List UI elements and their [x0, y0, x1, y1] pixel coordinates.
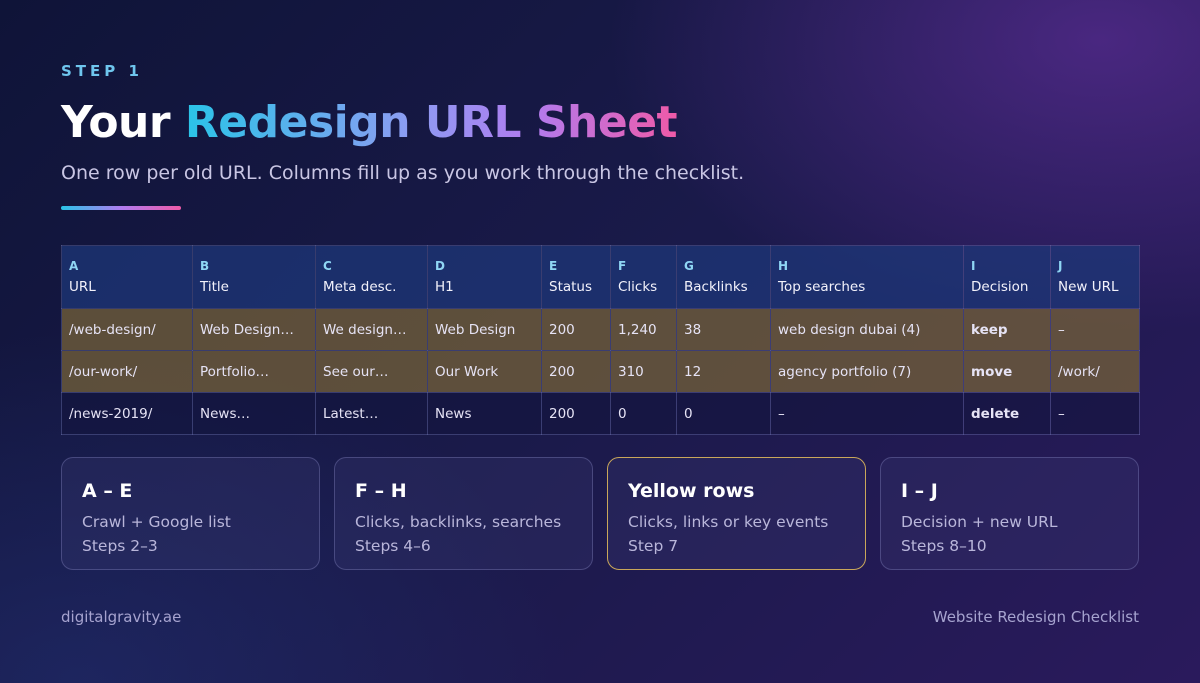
column-header: E Status [541, 245, 611, 309]
table-cell: /web-design/ [61, 308, 193, 351]
page-subtitle: One row per old URL. Columns fill up as … [61, 162, 745, 184]
table-cell: – [1050, 308, 1140, 351]
legend-card-i-j: I – J Decision + new URL Steps 8–10 [880, 457, 1139, 570]
table-row: /news-2019/ News… Latest… News 200 0 0 –… [61, 392, 1140, 435]
table-cell: 200 [541, 350, 611, 393]
footer-site: digitalgravity.ae [61, 608, 182, 626]
table-cell: News [427, 392, 542, 435]
column-header: A URL [61, 245, 193, 309]
table-cell: – [770, 392, 964, 435]
table-cell: /news-2019/ [61, 392, 193, 435]
table-cell: Latest… [315, 392, 428, 435]
table-cell: 38 [676, 308, 771, 351]
table-row: /our-work/ Portfolio… See our… Our Work … [61, 350, 1140, 393]
table-cell: agency portfolio (7) [770, 350, 964, 393]
table-cell: We design… [315, 308, 428, 351]
step-label: STEP 1 [61, 62, 143, 80]
card-title: Yellow rows [628, 480, 755, 502]
column-header: H Top searches [770, 245, 964, 309]
table-cell: /work/ [1050, 350, 1140, 393]
legend-card-f-h: F – H Clicks, backlinks, searches Steps … [334, 457, 593, 570]
table-cell: Portfolio… [192, 350, 316, 393]
decision-cell: delete [963, 392, 1051, 435]
column-header: G Backlinks [676, 245, 771, 309]
table-cell: 0 [676, 392, 771, 435]
card-title: A – E [82, 480, 133, 502]
table-cell: 0 [610, 392, 677, 435]
card-line: Step 7 [628, 537, 679, 555]
card-line: Crawl + Google list [82, 513, 231, 531]
card-line: Clicks, links or key events [628, 513, 829, 531]
page-title: Your Redesign URL Sheet [61, 96, 678, 150]
column-header: F Clicks [610, 245, 677, 309]
column-header: J New URL [1050, 245, 1140, 309]
table-cell: 310 [610, 350, 677, 393]
title-white-part: Your [61, 97, 171, 148]
card-title: I – J [901, 480, 938, 502]
table-cell: Web Design [427, 308, 542, 351]
title-underline [61, 206, 181, 210]
table-cell: web design dubai (4) [770, 308, 964, 351]
table-cell: /our-work/ [61, 350, 193, 393]
legend-card-yellow-rows: Yellow rows Clicks, links or key events … [607, 457, 866, 570]
card-line: Decision + new URL [901, 513, 1058, 531]
table-row: /web-design/ Web Design… We design… Web … [61, 308, 1140, 351]
column-header: C Meta desc. [315, 245, 428, 309]
table-header-row: A URL B Title C Meta desc. D H1 E Status F Cli… [61, 245, 1140, 309]
table-cell: Our Work [427, 350, 542, 393]
footer-caption: Website Redesign Checklist [932, 608, 1139, 626]
table-cell: – [1050, 392, 1140, 435]
table-cell: See our… [315, 350, 428, 393]
decision-cell: keep [963, 308, 1051, 351]
column-header: B Title [192, 245, 316, 309]
table-cell: 12 [676, 350, 771, 393]
title-gradient-part: Redesign URL Sheet [184, 97, 678, 148]
legend-card-a-e: A – E Crawl + Google list Steps 2–3 [61, 457, 320, 570]
table-cell: Web Design… [192, 308, 316, 351]
card-line: Steps 8–10 [901, 537, 987, 555]
card-title: F – H [355, 480, 407, 502]
decision-cell: move [963, 350, 1051, 393]
card-line: Clicks, backlinks, searches [355, 513, 562, 531]
table-cell: News… [192, 392, 316, 435]
card-line: Steps 2–3 [82, 537, 158, 555]
table-cell: 200 [541, 392, 611, 435]
table-cell: 200 [541, 308, 611, 351]
url-sheet-table: A URL B Title C Meta desc. D H1 E Status F Cli… [61, 245, 1140, 435]
card-line: Steps 4–6 [355, 537, 431, 555]
table-cell: 1,240 [610, 308, 677, 351]
column-header: D H1 [427, 245, 542, 309]
column-header: I Decision [963, 245, 1051, 309]
